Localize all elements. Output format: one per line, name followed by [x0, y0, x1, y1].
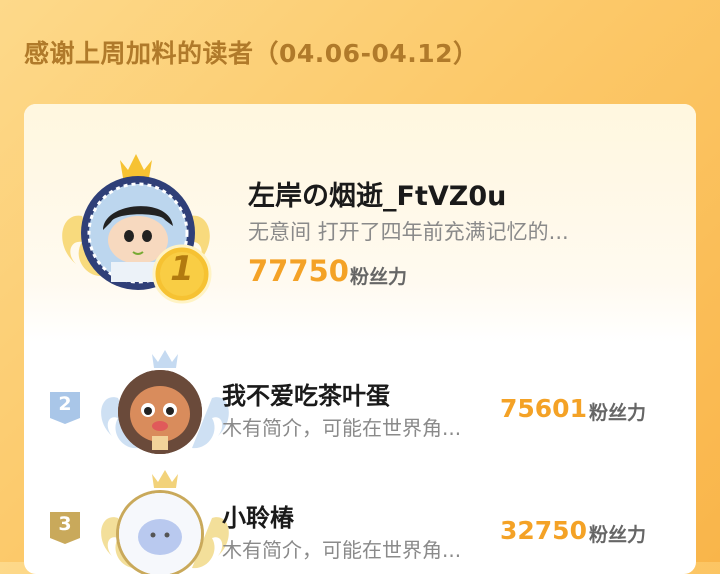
rank-number: 2: [58, 393, 72, 415]
crown-icon: [152, 470, 178, 488]
fan-power-unit: 粉丝力: [350, 266, 408, 288]
fan-power-value: 77750: [248, 254, 349, 288]
reader-name[interactable]: 左岸の烟逝_FtVZ0u: [248, 174, 506, 213]
fan-power-unit: 粉丝力: [589, 524, 647, 546]
rank-number: 1: [170, 249, 194, 289]
reader-bio: 木有简介，可能在世界角...: [222, 416, 462, 440]
reader-name[interactable]: 小聆椿: [222, 498, 294, 533]
crown-icon: [120, 154, 152, 178]
crown-icon: [152, 350, 178, 368]
fan-power-unit: 粉丝力: [589, 402, 647, 424]
reader-bio: 木有简介，可能在世界角...: [222, 538, 462, 562]
reader-bio: 无意间 打开了四年前充满记忆的...: [248, 220, 569, 244]
reader-ranking-card: 1 左岸の烟逝_FtVZ0u 无意间 打开了四年前充满记忆的... 77750 …: [24, 104, 696, 574]
reader-name[interactable]: 我不爱吃茶叶蛋: [222, 376, 390, 411]
rank-number: 3: [58, 513, 72, 535]
page-title: 感谢上周加料的读者（04.06-04.12）: [24, 39, 479, 68]
avatar[interactable]: [118, 370, 202, 454]
fan-power-value: 32750: [500, 516, 587, 545]
avatar[interactable]: [116, 490, 204, 574]
fan-power-value: 75601: [500, 394, 587, 423]
